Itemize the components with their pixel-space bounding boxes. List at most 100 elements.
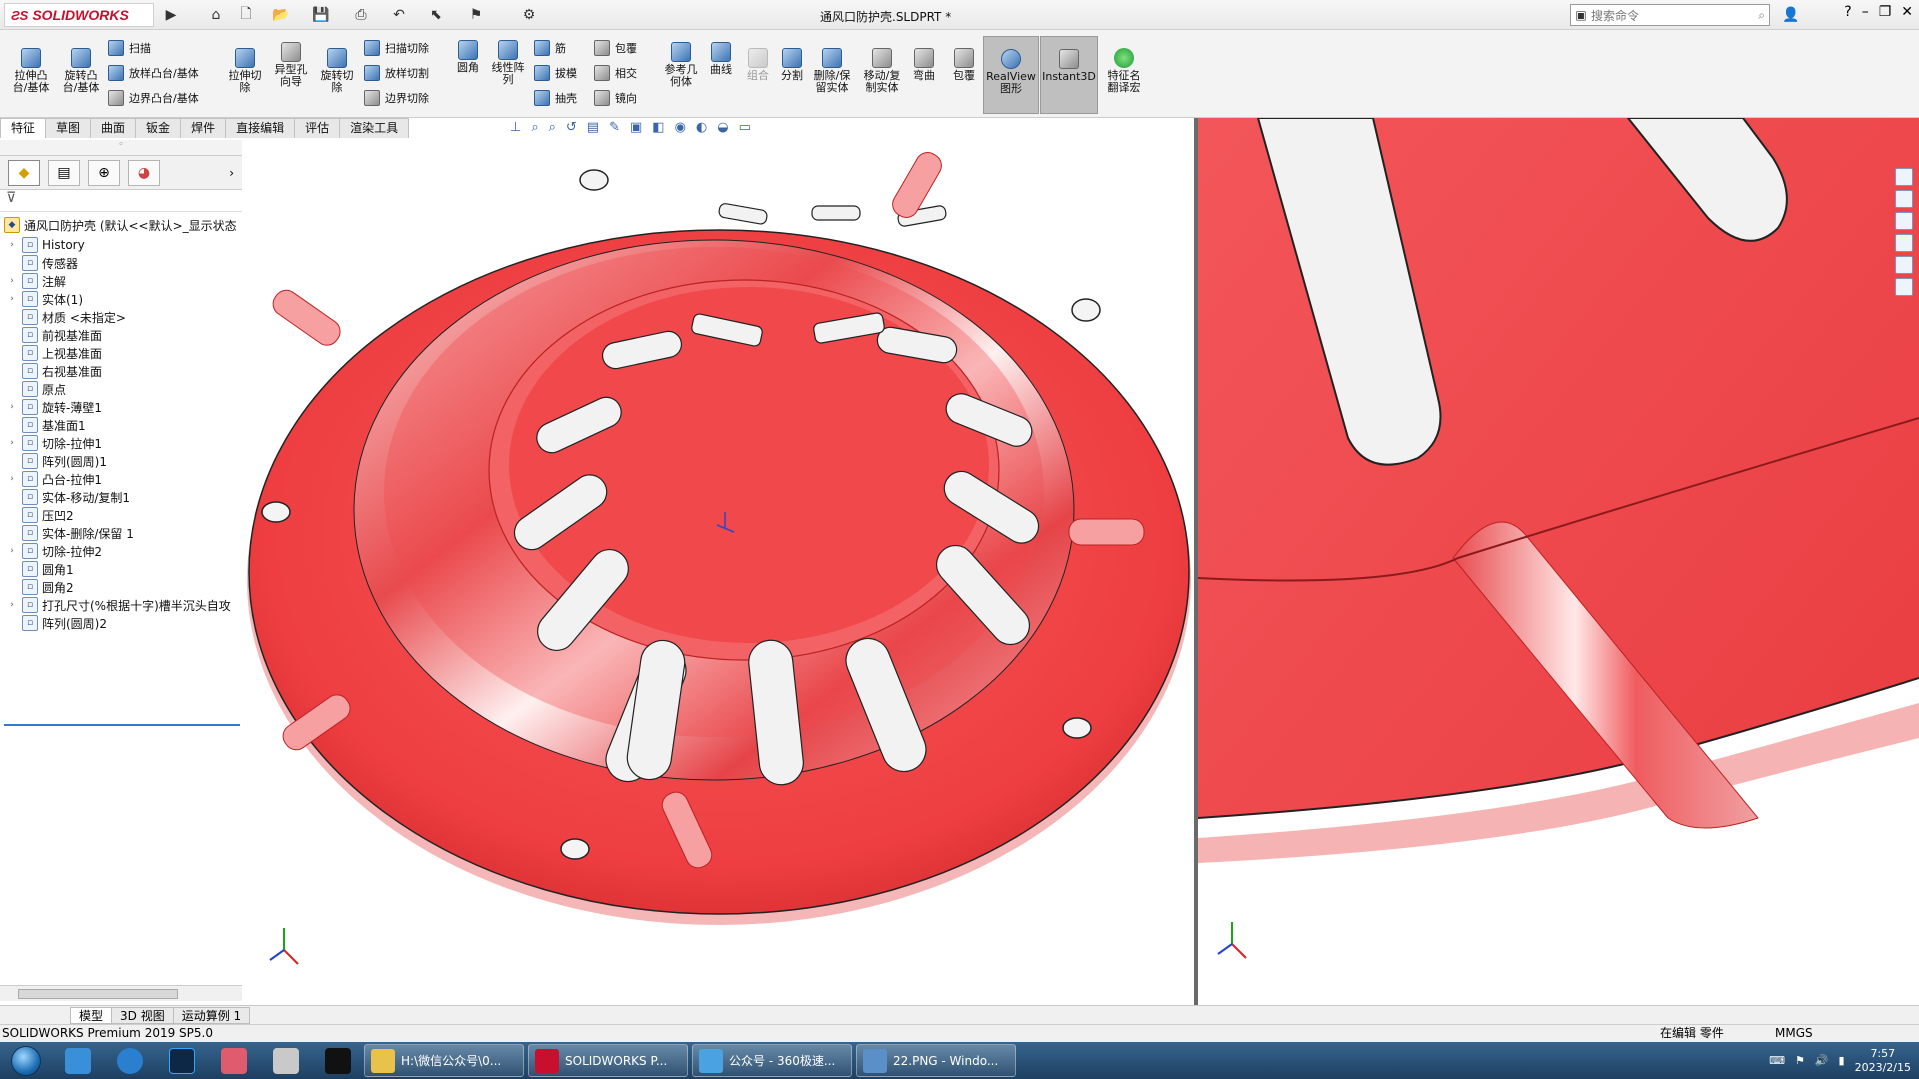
rollback-bar[interactable] xyxy=(4,724,240,726)
taskbar-window-button[interactable]: SOLIDWORKS P... xyxy=(528,1044,688,1077)
tree-item[interactable]: ▫ 阵列(圆周)2 xyxy=(0,614,242,632)
resources-icon[interactable] xyxy=(1895,168,1913,186)
tree-item[interactable]: ▫ 上视基准面 xyxy=(0,344,242,362)
display-manager-tab-icon[interactable]: ◕ xyxy=(128,159,160,186)
previous-view-icon[interactable]: ↺ xyxy=(566,120,577,140)
vent-cover-model[interactable] xyxy=(244,140,1194,1005)
feature-translate-button[interactable]: 特征名 翻译宏 xyxy=(1102,48,1146,94)
tab-sketch[interactable]: 草图 xyxy=(45,118,92,138)
tree-item[interactable]: › ▫ History xyxy=(0,236,242,254)
edit-appearance-icon[interactable]: ◐ xyxy=(696,120,707,140)
rib-button[interactable]: 筋 xyxy=(534,38,566,58)
revolve-boss-button[interactable]: 旋转凸 台/基体 xyxy=(58,48,104,94)
fillet-button[interactable]: 圆角 xyxy=(448,40,488,74)
boundary-boss-button[interactable]: 边界凸台/基体 xyxy=(108,88,199,108)
expand-arrow-icon[interactable]: › xyxy=(6,546,18,556)
home-icon[interactable]: ⌂ xyxy=(205,4,227,26)
extrude-cut-button[interactable]: 拉伸切 除 xyxy=(222,48,268,94)
open-icon[interactable]: 📂 xyxy=(270,4,292,26)
print-icon[interactable]: ⎙ xyxy=(350,4,372,26)
minimize-button[interactable]: – xyxy=(1862,4,1869,20)
taskbar-photoshop-icon[interactable] xyxy=(156,1042,208,1079)
solidworks-logo[interactable]: ƧS SOLIDWORKS xyxy=(4,3,154,27)
hole-wizard-button[interactable]: 异型孔 向导 xyxy=(268,42,314,88)
tree-item[interactable]: ▫ 原点 xyxy=(0,380,242,398)
boundary-cut-button[interactable]: 边界切除 xyxy=(364,88,429,108)
tree-item[interactable]: › ▫ 注解 xyxy=(0,272,242,290)
menu-expand-icon[interactable]: ▶ xyxy=(160,4,182,26)
loft-cut-button[interactable]: 放样切割 xyxy=(364,63,429,83)
wrap-button[interactable]: 包覆 xyxy=(594,38,637,58)
section-view-icon[interactable]: ▤ xyxy=(587,120,599,140)
user-icon[interactable]: 👤 xyxy=(1780,4,1802,26)
search-command-box[interactable]: ▣ 搜索命令 ⌕ xyxy=(1570,4,1770,26)
status-units[interactable]: MMGS xyxy=(1775,1025,1813,1042)
display-style-icon[interactable]: ◧ xyxy=(652,120,664,140)
tree-item[interactable]: ▫ 圆角2 xyxy=(0,578,242,596)
expand-arrow-icon[interactable]: › xyxy=(6,294,18,304)
delete-keep-body-button[interactable]: 删除/保 留实体 xyxy=(810,48,854,94)
feature-manager-tab-icon[interactable]: ◆ xyxy=(8,159,40,186)
keyboard-icon[interactable]: ⌨ xyxy=(1769,1054,1785,1067)
search-icon[interactable]: ⌕ xyxy=(1758,8,1769,23)
expand-arrow-icon[interactable]: › xyxy=(6,600,18,610)
tree-item[interactable]: ▫ 材质 <未指定> xyxy=(0,308,242,326)
dynamic-annotation-icon[interactable]: ✎ xyxy=(609,120,620,140)
hide-show-icon[interactable]: ◉ xyxy=(675,120,686,140)
rebuild-icon[interactable]: ⚑ xyxy=(465,4,487,26)
tab-surfaces[interactable]: 曲面 xyxy=(90,118,137,138)
tab-sheet-metal[interactable]: 钣金 xyxy=(135,118,182,138)
select-icon[interactable]: ⬉ xyxy=(425,4,447,26)
taskbar-app-icon-6[interactable] xyxy=(312,1042,364,1079)
revolve-cut-button[interactable]: 旋转切 除 xyxy=(314,48,360,94)
tree-horizontal-scrollbar[interactable] xyxy=(0,985,242,1001)
tree-item[interactable]: › ▫ 旋转-薄壁1 xyxy=(0,398,242,416)
sweep-button[interactable]: 扫描 xyxy=(108,38,151,58)
start-button[interactable] xyxy=(0,1042,52,1079)
flex-button[interactable]: 弯曲 xyxy=(908,48,940,82)
clock[interactable]: 7:57 2023/2/15 xyxy=(1855,1047,1911,1075)
zoom-area-icon[interactable]: ⌕ xyxy=(549,120,556,140)
panel-grip[interactable]: ◦ xyxy=(0,140,242,156)
taskbar-app-icon-1[interactable] xyxy=(52,1042,104,1079)
taskbar-window-button[interactable]: H:\微信公众号\0... xyxy=(364,1044,524,1077)
tree-item[interactable]: ▫ 传感器 xyxy=(0,254,242,272)
tab-features[interactable]: 特征 xyxy=(0,118,47,138)
tree-item[interactable]: ▫ 压凹2 xyxy=(0,506,242,524)
instant3d-button[interactable]: Instant3D xyxy=(1040,36,1098,114)
realview-button[interactable]: RealView 图形 xyxy=(983,36,1039,114)
wrap-big-button[interactable]: 包覆 xyxy=(948,48,980,82)
taskbar-window-button[interactable]: 公众号 - 360极速... xyxy=(692,1044,852,1077)
expand-arrow-icon[interactable]: › xyxy=(6,402,18,412)
graphics-viewport-detail[interactable] xyxy=(1198,118,1919,1005)
new-doc-icon[interactable]: 🗋 xyxy=(235,4,257,26)
taskbar-ie-icon[interactable] xyxy=(104,1042,156,1079)
custom-properties-icon[interactable] xyxy=(1895,278,1913,296)
expand-arrow-icon[interactable]: › xyxy=(6,438,18,448)
tree-item[interactable]: ▫ 右视基准面 xyxy=(0,362,242,380)
mirror-button[interactable]: 镜向 xyxy=(594,88,637,108)
network-icon[interactable]: ▮ xyxy=(1839,1054,1845,1067)
design-library-icon[interactable] xyxy=(1895,190,1913,208)
draft-button[interactable]: 拔模 xyxy=(534,63,577,83)
property-manager-tab-icon[interactable]: ▤ xyxy=(48,159,80,186)
search-input[interactable]: 搜索命令 xyxy=(1591,7,1639,24)
taskbar-snipping-icon[interactable] xyxy=(260,1042,312,1079)
filter-icon[interactable]: ⊽ xyxy=(0,190,242,212)
expand-arrow-icon[interactable]: › xyxy=(6,240,18,250)
zoom-to-fit-icon[interactable]: ⌕ xyxy=(531,120,538,140)
view-cube-icon[interactable]: ▣ xyxy=(630,120,642,140)
swept-cut-button[interactable]: 扫描切除 xyxy=(364,38,429,58)
taskbar-app-icon-4[interactable] xyxy=(208,1042,260,1079)
graphics-viewport-main[interactable] xyxy=(244,140,1194,1005)
tree-item[interactable]: › ▫ 凸台-拉伸1 xyxy=(0,470,242,488)
save-icon[interactable]: 💾 xyxy=(310,4,332,26)
file-explorer-icon[interactable] xyxy=(1895,212,1913,230)
configuration-manager-tab-icon[interactable]: ⊕ xyxy=(88,159,120,186)
options-icon[interactable]: ⚙ xyxy=(518,4,540,26)
tree-item[interactable]: ▫ 实体-删除/保留 1 xyxy=(0,524,242,542)
loft-button[interactable]: 放样凸台/基体 xyxy=(108,63,199,83)
taskbar-window-button[interactable]: 22.PNG - Windo... xyxy=(856,1044,1016,1077)
view-palette-icon[interactable] xyxy=(1895,234,1913,252)
tab-motion-study[interactable]: 运动算例 1 xyxy=(172,1006,251,1024)
